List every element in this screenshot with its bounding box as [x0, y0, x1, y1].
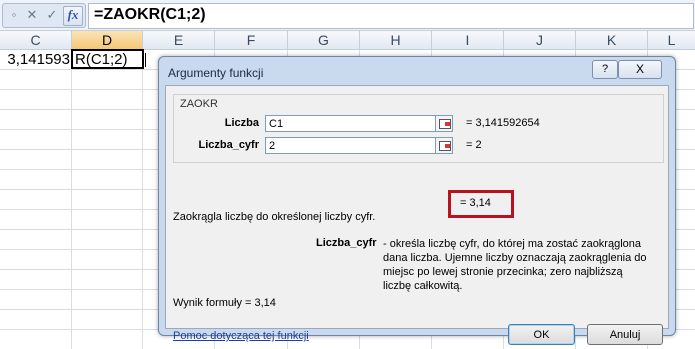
collapse-dialog-icon[interactable]: [435, 137, 453, 154]
column-header-j[interactable]: J: [504, 31, 576, 50]
column-header-h[interactable]: H: [360, 31, 432, 50]
help-button[interactable]: ?: [592, 60, 618, 79]
result-highlight-box: = 3,14: [448, 190, 514, 218]
close-button[interactable]: X: [618, 60, 662, 79]
arg-label-liczba: Liczba: [224, 117, 259, 129]
column-header-c[interactable]: C: [0, 31, 72, 50]
formula-bar-buttons: ◦ ✕ ✓ fx: [2, 3, 86, 28]
column-header-d[interactable]: D: [72, 31, 143, 50]
parameter-description: - określa liczbę cyfr, do której ma zost…: [383, 238, 647, 292]
column-header-e[interactable]: E: [143, 31, 215, 50]
arg-result-liczba-cyfr: = 2: [466, 139, 482, 151]
formula-input[interactable]: =ZAOKR(C1;2): [88, 3, 694, 29]
dialog-title: Argumenty funkcji: [168, 66, 264, 80]
function-arguments-dialog: Argumenty funkcji ? X ZAOKR Liczba C1 = …: [158, 56, 676, 345]
column-header-g[interactable]: G: [288, 31, 360, 50]
column-header-f[interactable]: F: [215, 31, 288, 50]
formula-result: Wynik formuły = 3,14: [173, 297, 276, 309]
help-link[interactable]: Pomoc dotycząca tej funkcji: [173, 330, 309, 342]
column-header-k[interactable]: K: [576, 31, 648, 50]
arg-input-liczba-cyfr[interactable]: 2: [265, 137, 442, 154]
formula-text: =ZAOKR(C1;2): [94, 6, 206, 23]
cell-c1[interactable]: 3,141593: [0, 50, 71, 69]
arg-result-liczba: = 3,141592654: [466, 117, 540, 129]
cancel-button[interactable]: Anuluj: [587, 324, 663, 345]
text-cursor: [145, 53, 146, 67]
function-name: ZAOKR: [180, 98, 218, 110]
insert-function-icon[interactable]: fx: [63, 6, 83, 26]
ok-button[interactable]: OK: [508, 324, 575, 345]
cancel-formula-icon[interactable]: ✕: [23, 6, 41, 24]
dropdown-dot-icon[interactable]: ◦: [5, 6, 23, 24]
formula-bar: ◦ ✕ ✓ fx =ZAOKR(C1;2): [0, 0, 695, 31]
arg-input-liczba[interactable]: C1: [265, 115, 442, 132]
cell-d1-active[interactable]: R(C1;2): [71, 49, 144, 69]
function-description: Zaokrągla liczbę do określonej liczby cy…: [173, 211, 376, 223]
dialog-body: ZAOKR Liczba C1 = 3,141592654 Liczba_cyf…: [165, 85, 669, 345]
column-header-i[interactable]: I: [432, 31, 504, 50]
arg-label-liczba-cyfr: Liczba_cyfr: [198, 139, 259, 151]
parameter-name: Liczba_cyfr: [316, 237, 377, 249]
enter-formula-icon[interactable]: ✓: [43, 6, 61, 24]
arguments-group: ZAOKR Liczba C1 = 3,141592654 Liczba_cyf…: [173, 94, 664, 163]
column-header-l[interactable]: L: [648, 31, 695, 50]
collapse-dialog-icon[interactable]: [435, 115, 453, 132]
function-result: = 3,14: [460, 197, 491, 209]
